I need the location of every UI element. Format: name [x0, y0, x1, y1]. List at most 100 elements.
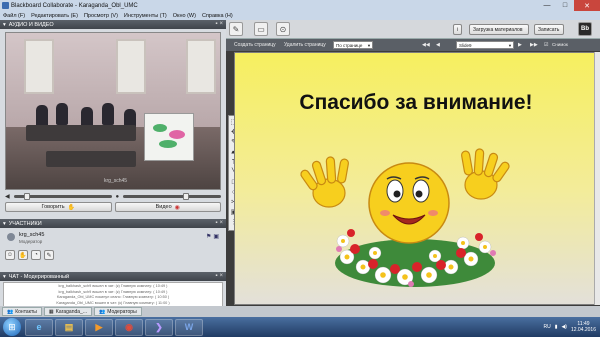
participants-title: УЧАСТНИКИ — [8, 220, 42, 227]
last-page-icon[interactable]: ▶▶ — [530, 42, 538, 48]
participant-item[interactable]: krg_sch45 Модератор ⚑ ▣ — [5, 231, 221, 247]
panel-options-icon[interactable]: ▪ — [215, 21, 217, 27]
emoticon-icon[interactable]: ☺ — [5, 250, 15, 260]
speaker-volume-slider[interactable] — [13, 193, 112, 200]
away-icon[interactable]: ◔ — [31, 250, 41, 260]
speaker-slider-thumb[interactable] — [23, 193, 30, 200]
vertical-scrollbar[interactable] — [594, 52, 600, 305]
raise-hand-icon[interactable]: ✋ — [18, 250, 28, 260]
video-desk — [26, 125, 136, 141]
chat-header[interactable]: ▾ ЧАТ - Модерированный ▪ × — [0, 272, 226, 281]
next-page-icon[interactable]: ▶ — [518, 42, 522, 48]
volume-sliders: ◀ ● — [5, 193, 221, 200]
tab-contacts[interactable]: 👥 Контакты — [2, 307, 42, 316]
new-page-button[interactable]: Создать страницу — [234, 42, 276, 48]
whiteboard-icon[interactable]: ✎ — [229, 22, 243, 36]
menu-bar: Файл (F) Редактировать (E) Просмотр (V) … — [0, 11, 600, 20]
tab-moderators[interactable]: 👥 Модераторы — [94, 307, 142, 316]
moderators-icon: 👥 — [99, 308, 106, 315]
collapse-icon[interactable]: ▾ — [3, 221, 6, 227]
tab-karaganda-label: Karaganda_... — [55, 308, 87, 315]
panel-options-icon[interactable]: ▪ — [215, 273, 217, 279]
load-content-button[interactable]: Загрузка материалов — [469, 24, 529, 35]
menu-file[interactable]: Файл (F) — [3, 13, 25, 19]
prev-page-icon[interactable]: ◀ — [436, 42, 440, 48]
slide-dropdown[interactable]: Slide9 ▼ — [456, 41, 514, 49]
video-desk — [46, 151, 136, 167]
video-person — [36, 105, 48, 127]
clock[interactable]: 11:49 12.04.2016 — [571, 321, 596, 333]
page-dropdown[interactable]: По странице ▼ — [333, 41, 373, 49]
participants-header[interactable]: ▾ УЧАСТНИКИ ▪ × — [0, 219, 226, 228]
system-tray: RU ▮ ◀) 11:49 12.04.2016 — [543, 319, 596, 335]
app-icon — [2, 2, 9, 9]
chrome-icon[interactable]: ◉ — [115, 318, 143, 336]
talk-button[interactable]: Говорить ✋ — [5, 202, 112, 212]
video-person — [56, 103, 68, 125]
panel-controls: ▪ × — [215, 220, 223, 226]
delete-page-button[interactable]: Удалить страницу — [284, 42, 326, 48]
window-titlebar: Blackboard Collaborate - Karaganda_Obl_U… — [0, 0, 600, 11]
audio-video-title: АУДИО И ВИДЕО — [8, 21, 54, 28]
web-tour-icon[interactable]: ⊙ — [276, 22, 290, 36]
help-icon[interactable]: i — [453, 24, 463, 35]
panel-close-icon[interactable]: × — [219, 21, 223, 27]
file-explorer-icon[interactable]: ▤ — [55, 318, 83, 336]
internet-explorer-icon[interactable]: e — [25, 318, 53, 336]
media-player-icon[interactable]: ▶ — [85, 318, 113, 336]
maximize-button[interactable]: □ — [556, 0, 574, 11]
speaker-icon: ◀ — [5, 194, 10, 200]
chat-title: ЧАТ - Модерированный — [8, 273, 70, 280]
tab-karaganda[interactable]: ▦ Karaganda_... — [43, 307, 92, 316]
contacts-icon: 👥 — [7, 308, 14, 315]
window-title: Blackboard Collaborate - Karaganda_Obl_U… — [11, 2, 138, 9]
panel-controls: ▪ × — [215, 21, 223, 27]
collapse-icon[interactable]: ▾ — [3, 274, 6, 280]
panel-close-icon[interactable]: × — [219, 220, 223, 226]
participant-tools: ☺ ✋ ◔ ✎ — [5, 250, 54, 260]
first-page-icon[interactable]: ◀◀ — [422, 42, 430, 48]
hand-icon: ✋ — [67, 204, 76, 211]
user-avatar-icon — [7, 233, 15, 241]
menu-edit[interactable]: Редактировать (E) — [31, 13, 78, 19]
windows-taskbar: ⊞ e ▤ ▶ ◉ ❯ W RU ▮ ◀) 11:49 12.04.2016 — [0, 317, 600, 337]
menu-window[interactable]: Окно (W) — [173, 13, 196, 19]
language-indicator[interactable]: RU — [543, 324, 550, 330]
tab-contacts-label: Контакты — [15, 308, 37, 315]
whiteboard-toolbar: Создать страницу Удалить страницу По стр… — [226, 39, 600, 51]
sync-checkbox[interactable]: ☑ — [544, 42, 548, 48]
menu-tools[interactable]: Инструменты (T) — [124, 13, 167, 19]
audio-video-header[interactable]: ▾ АУДИО И ВИДЕО ▪ × — [0, 20, 226, 29]
video-window-left — [24, 39, 54, 94]
volume-icon[interactable]: ◀) — [561, 324, 567, 330]
video-button[interactable]: Видео ◉ — [114, 202, 221, 212]
close-button[interactable]: ✕ — [574, 0, 600, 11]
poster-leaf — [159, 140, 177, 148]
minimize-button[interactable]: — — [538, 0, 556, 11]
menu-help[interactable]: Справка (H) — [202, 13, 233, 19]
chat-log[interactable]: krg_balkhash_sch9 вошел в чат: (к) Главн… — [3, 282, 223, 309]
blackboard-app-icon[interactable]: ❯ — [145, 318, 173, 336]
left-panel: ▾ АУДИО И ВИДЕО ▪ × krg_sch45 ◀ ● Говорит… — [0, 20, 226, 320]
panel-controls: ▪ × — [215, 273, 223, 279]
edit-icon[interactable]: ✎ — [44, 250, 54, 260]
menu-view[interactable]: Просмотр (V) — [84, 13, 118, 19]
network-icon[interactable]: ▮ — [555, 324, 558, 330]
record-button[interactable]: Записать — [534, 24, 564, 35]
right-hand — [461, 148, 510, 200]
collapse-icon[interactable]: ▾ — [3, 22, 6, 28]
app-share-icon[interactable]: ▭ — [254, 22, 268, 36]
mic-volume-slider[interactable] — [123, 193, 221, 200]
panel-close-icon[interactable]: × — [219, 273, 223, 279]
participant-status-icons: ⚑ ▣ — [206, 233, 219, 240]
poster-leaf — [153, 124, 167, 132]
start-button[interactable]: ⊞ — [3, 318, 21, 336]
panel-options-icon[interactable]: ▪ — [215, 220, 217, 226]
video-poster — [144, 113, 194, 161]
page-dropdown-value: По странице — [336, 42, 363, 48]
av-buttons: Говорить ✋ Видео ◉ — [5, 202, 221, 212]
mic-slider-thumb[interactable] — [183, 193, 190, 200]
word-icon[interactable]: W — [175, 318, 203, 336]
moderator-icon: ⚑ — [205, 234, 212, 240]
talk-button-label: Говорить — [41, 204, 65, 210]
